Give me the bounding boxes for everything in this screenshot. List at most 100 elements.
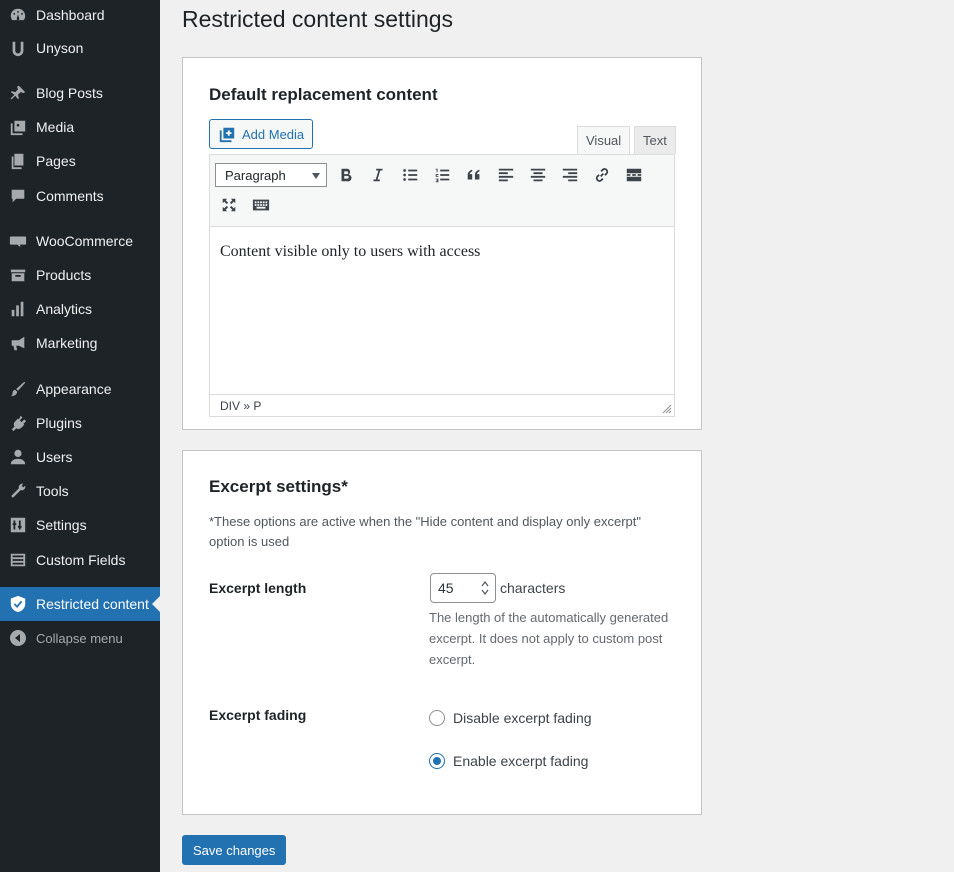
custom-fields-icon (8, 550, 28, 570)
pages-icon (8, 151, 28, 171)
sidebar-item-restricted-content[interactable]: Restricted content (0, 587, 160, 621)
spinner-arrows-icon[interactable] (479, 579, 491, 597)
sidebar-item-dashboard[interactable]: Dashboard (0, 0, 160, 30)
quote-icon (467, 169, 480, 180)
pin-icon (8, 83, 28, 103)
shield-icon (8, 594, 28, 614)
collapse-menu-button[interactable]: Collapse menu (0, 623, 160, 653)
plugin-icon (8, 413, 28, 433)
editor-statusbar: DIV » P (210, 394, 674, 416)
read-more-button[interactable] (621, 162, 647, 188)
element-path: DIV » P (220, 398, 262, 413)
editor-content[interactable]: Content visible only to users with acces… (220, 243, 480, 261)
sidebar-item-woocommerce[interactable]: WooCommerce (0, 226, 160, 256)
sidebar-item-media[interactable]: Media (0, 112, 160, 142)
radio-button[interactable] (429, 710, 445, 726)
align-right-icon (562, 168, 578, 182)
numbered-list-button[interactable] (429, 162, 455, 188)
sidebar-item-blog-posts[interactable]: Blog Posts (0, 78, 160, 108)
align-right-button[interactable] (557, 162, 583, 188)
keyboard-icon (252, 199, 270, 211)
excerpt-length-label: Excerpt length (209, 580, 307, 596)
sidebar-item-appearance[interactable]: Appearance (0, 374, 160, 404)
bold-icon (341, 168, 352, 182)
insert-link-button[interactable] (589, 162, 615, 188)
sidebar-item-users[interactable]: Users (0, 442, 160, 472)
align-left-icon (498, 168, 514, 182)
wrench-icon (8, 481, 28, 501)
sidebar-item-pages[interactable]: Pages (0, 146, 160, 176)
sidebar-item-tools[interactable]: Tools (0, 476, 160, 506)
resize-handle-icon[interactable] (662, 404, 672, 414)
analytics-icon (8, 299, 28, 319)
sidebar-item-label: Settings (36, 517, 87, 533)
sidebar-item-settings[interactable]: Settings (0, 510, 160, 540)
sidebar-item-label: Appearance (36, 381, 112, 397)
add-media-button[interactable]: Add Media (209, 119, 314, 149)
sidebar-item-label: Blog Posts (36, 85, 103, 101)
bullet-list-button[interactable] (397, 162, 423, 188)
users-icon (8, 447, 28, 467)
sidebar-item-plugins[interactable]: Plugins (0, 408, 160, 438)
add-media-label: Add Media (242, 126, 305, 142)
sidebar-item-label: Marketing (36, 335, 98, 351)
megaphone-icon (8, 333, 28, 353)
align-center-button[interactable] (525, 162, 551, 188)
radio-label: Disable excerpt fading (453, 710, 592, 726)
italic-button[interactable] (365, 162, 391, 188)
excerpt-length-unit: characters (500, 580, 566, 596)
save-changes-button[interactable]: Save changes (182, 835, 287, 865)
tab-text[interactable]: Text (634, 126, 676, 154)
link-icon (595, 168, 609, 182)
sidebar-item-products[interactable]: Products (0, 260, 160, 290)
excerpt-length-value: 45 (438, 580, 454, 596)
products-icon (8, 265, 28, 285)
fullscreen-button[interactable] (216, 192, 242, 218)
editor-toolbar: Paragraph (210, 155, 674, 227)
align-left-button[interactable] (493, 162, 519, 188)
excerpt-settings-panel: Excerpt settings* *These options are act… (182, 450, 702, 815)
excerpt-length-description: The length of the automatically generate… (429, 610, 669, 667)
sidebar-item-label: Pages (36, 153, 76, 169)
sidebar-item-label: Custom Fields (36, 552, 126, 568)
admin-sidebar: Dashboard Unyson Blog Posts Media Pages … (0, 0, 160, 872)
excerpt-note: *These options are active when the "Hide… (209, 514, 641, 549)
excerpt-length-input[interactable]: 45 (430, 573, 496, 603)
sidebar-item-label: Restricted content (36, 596, 149, 612)
radio-enable-fading[interactable]: Enable excerpt fading (429, 753, 588, 769)
read-more-icon (626, 168, 642, 182)
toolbar-toggle-button[interactable] (248, 192, 274, 218)
woocommerce-icon (8, 231, 28, 251)
sidebar-item-marketing[interactable]: Marketing (0, 328, 160, 358)
sidebar-item-label: Dashboard (36, 7, 105, 23)
excerpt-fading-label: Excerpt fading (209, 707, 307, 723)
comments-icon (8, 186, 28, 206)
sidebar-item-unyson[interactable]: Unyson (0, 33, 160, 63)
numbered-list-icon (435, 168, 450, 183)
collapse-menu-label: Collapse menu (36, 630, 123, 646)
blockquote-button[interactable] (461, 162, 487, 188)
align-center-icon (530, 168, 546, 182)
sidebar-item-analytics[interactable]: Analytics (0, 294, 160, 324)
radio-disable-fading[interactable]: Disable excerpt fading (429, 710, 592, 726)
radio-button[interactable] (429, 753, 445, 769)
dashboard-icon (8, 5, 28, 25)
tab-visual[interactable]: Visual (577, 126, 631, 154)
sidebar-item-label: Users (36, 449, 73, 465)
media-icon (8, 117, 28, 137)
settings-icon (8, 515, 28, 535)
sidebar-item-custom-fields[interactable]: Custom Fields (0, 545, 160, 575)
sidebar-item-label: Media (36, 119, 75, 135)
sidebar-item-comments[interactable]: Comments (0, 181, 160, 211)
panel-heading: Default replacement content (209, 85, 438, 104)
bold-button[interactable] (333, 162, 359, 188)
sidebar-item-label: WooCommerce (36, 233, 133, 249)
sidebar-item-label: Unyson (36, 40, 84, 56)
italic-icon (373, 168, 383, 182)
format-select[interactable]: Paragraph (215, 163, 327, 187)
sidebar-item-label: Products (36, 267, 92, 283)
panel-heading: Excerpt settings* (209, 477, 348, 496)
radio-label: Enable excerpt fading (453, 753, 589, 769)
media-add-icon (219, 127, 235, 143)
page-title: Restricted content settings (182, 6, 454, 32)
